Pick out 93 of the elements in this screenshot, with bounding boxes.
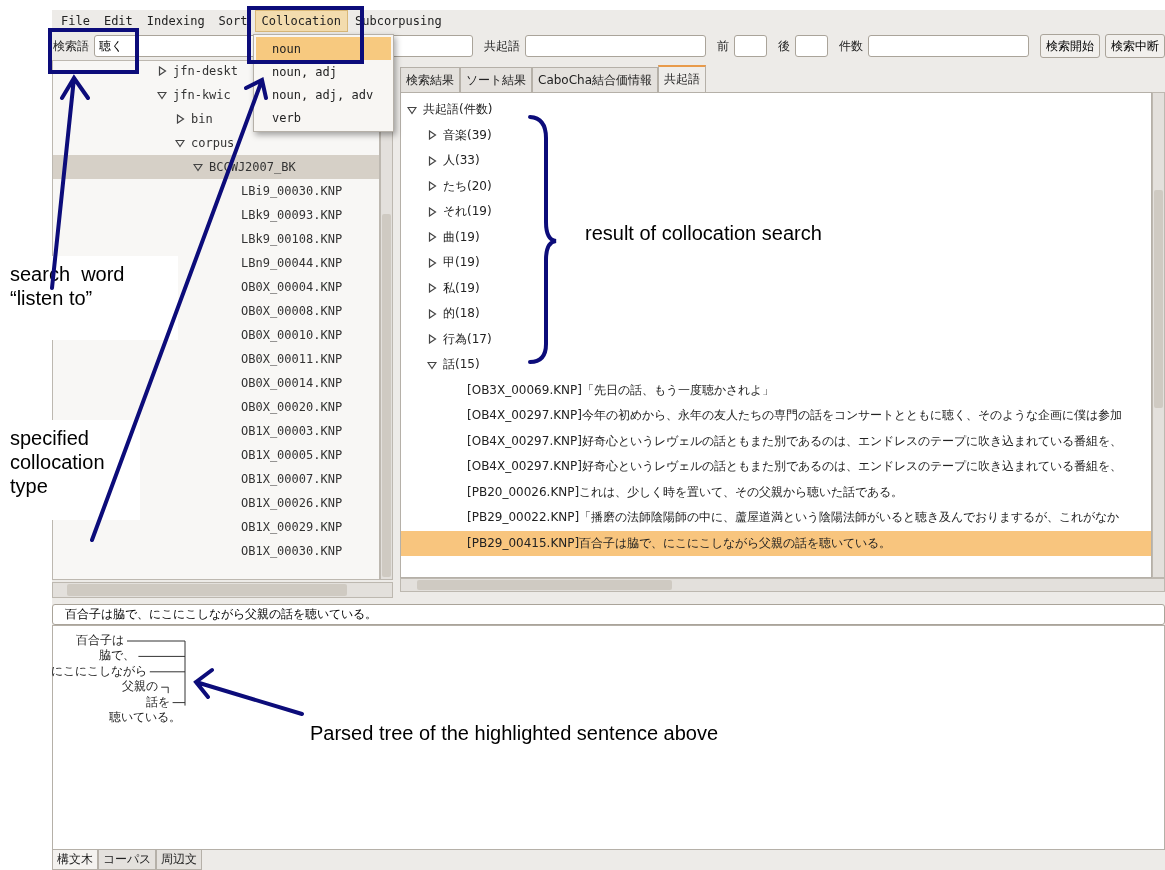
sentence-field[interactable]: 百合子は脇で、にこにこしながら父親の話を聴いている。	[52, 604, 1165, 625]
result-item[interactable]: 人(33)	[427, 152, 480, 170]
chunk-text: にこにこしながら	[50, 663, 147, 680]
tab[interactable]: 検索結果	[400, 67, 460, 92]
tree-item[interactable]: corpus	[175, 136, 235, 150]
tab[interactable]: 周辺文	[156, 850, 202, 870]
tree-item[interactable]: OB0X_00014.KNP	[241, 376, 343, 390]
chunk-text: 話を	[145, 694, 170, 710]
tab[interactable]: コーパス	[98, 850, 156, 870]
input-field[interactable]	[795, 35, 829, 57]
result-item[interactable]: 的(18)	[427, 305, 480, 323]
triangle-down-icon[interactable]	[427, 359, 437, 370]
annotation-text: Parsed tree of the highlighted sentence above	[310, 721, 720, 745]
tree-item[interactable]: jfn-kwic	[157, 88, 231, 102]
menu-option[interactable]: noun, adj, adv	[256, 83, 391, 106]
field-label: 件数	[839, 37, 864, 55]
chunk-text: 百合子は	[76, 633, 124, 649]
result-item[interactable]: 行為(17)	[427, 330, 492, 348]
scrollbar[interactable]	[400, 578, 1165, 592]
result-item[interactable]: それ(19)	[427, 203, 492, 221]
input-field[interactable]	[868, 35, 1029, 57]
chunk-text: 脇で、	[99, 648, 136, 664]
result-item[interactable]: 共起語(件数)	[407, 101, 493, 119]
tree-item[interactable]: LBk9_00108.KNP	[241, 232, 343, 246]
tree-item[interactable]: bin	[175, 112, 213, 126]
tab[interactable]: ソート結果	[460, 67, 532, 92]
tab[interactable]: CaboCha結合価情報	[532, 67, 659, 92]
field-label: 前	[717, 37, 730, 55]
menu-item[interactable]: Edit	[96, 10, 140, 32]
triangle-down-icon[interactable]	[157, 90, 167, 100]
search-button[interactable]: 検索開始	[1040, 34, 1100, 58]
result-item[interactable]: 話(15)	[427, 356, 480, 374]
tree-item[interactable]: LBi9_00030.KNP	[241, 184, 343, 198]
tree-item[interactable]: OB1X_00007.KNP	[241, 472, 343, 486]
tree-item[interactable]: LBk9_00093.KNP	[241, 208, 343, 222]
result-item[interactable]: たち(20)	[427, 177, 492, 195]
annotation-text: specified collocation type	[10, 426, 106, 498]
tree-item[interactable]: OB0X_00008.KNP	[241, 304, 343, 318]
result-item[interactable]: [OB4X_00297.KNP]今年の初めから、永年の友人たちの専門の話をコンサートとともに聴く、そのような企画に僕は参加	[467, 407, 1122, 425]
field-label: 共起語	[483, 37, 520, 55]
result-item[interactable]: [OB3X_00069.KNP]「先日の話、もう一度聴かされよ」	[467, 381, 774, 399]
tree-item[interactable]: OB1X_00003.KNP	[241, 424, 343, 438]
menu-item[interactable]: Indexing	[139, 10, 212, 32]
result-item[interactable]: 私(19)	[427, 279, 480, 297]
tree-item[interactable]: OB1X_00029.KNP	[241, 520, 343, 534]
triangle-right-icon[interactable]	[427, 130, 437, 141]
result-item[interactable]: [PB29_00022.KNP]「播磨の法師陰陽師の中に、蘆屋道満という陰陽法師がいると聴き及んでおりまするが、これがなか	[467, 509, 1120, 527]
triangle-right-icon[interactable]	[427, 283, 437, 294]
menu-option[interactable]: verb	[256, 106, 391, 129]
triangle-right-icon[interactable]	[427, 232, 437, 243]
chunk-text: 聴いている。	[109, 709, 181, 726]
field-label: 後	[778, 37, 791, 55]
triangle-right-icon[interactable]	[157, 66, 167, 76]
annotation-text: result of collocation search	[585, 221, 823, 245]
triangle-right-icon[interactable]	[427, 334, 437, 345]
scrollbar[interactable]	[1152, 92, 1165, 578]
tree-item[interactable]: OB0X_00010.KNP	[241, 328, 343, 342]
triangle-right-icon[interactable]	[427, 206, 437, 217]
result-item[interactable]: 甲(19)	[427, 254, 480, 272]
result-item[interactable]: [OB4X_00297.KNP]好奇心というレヴェルの話ともまた別であるのは、エンドレスのテープに吹き込まれている番組を、	[467, 458, 1122, 476]
triangle-right-icon[interactable]	[427, 308, 437, 319]
tree-item[interactable]: OB0X_00011.KNP	[241, 352, 343, 366]
menu-item[interactable]: Collocation	[254, 10, 348, 32]
triangle-right-icon[interactable]	[427, 181, 437, 192]
field-label: 検索語	[53, 37, 89, 55]
menu-option[interactable]: noun	[256, 37, 391, 60]
result-item[interactable]: 音楽(39)	[427, 126, 492, 144]
tree-item[interactable]: OB0X_00004.KNP	[241, 280, 343, 294]
result-item[interactable]: 曲(19)	[427, 228, 480, 246]
tab[interactable]: 共起語	[658, 65, 707, 92]
chunk-text: 父親の	[122, 679, 159, 695]
result-item[interactable]: [PB20_00026.KNP]これは、少しく時を置いて、その父親から聴いた話である。	[467, 483, 904, 501]
scrollbar[interactable]	[52, 582, 393, 598]
tree-item[interactable]: OB1X_00005.KNP	[241, 448, 343, 462]
input-field[interactable]	[524, 35, 707, 57]
tree-item[interactable]: OB1X_00030.KNP	[241, 544, 343, 558]
menu-item[interactable]: File	[54, 10, 97, 32]
triangle-right-icon[interactable]	[427, 155, 437, 166]
triangle-down-icon[interactable]	[193, 162, 203, 172]
result-item[interactable]: [OB4X_00297.KNP]好奇心というレヴェルの話ともまた別であるのは、エンドレスのテープに吹き込まれている番組を、	[467, 432, 1122, 450]
tab[interactable]: 構文木	[52, 850, 98, 870]
triangle-down-icon[interactable]	[407, 104, 417, 115]
menu-option[interactable]: noun, adj	[256, 60, 391, 83]
triangle-right-icon[interactable]	[175, 114, 185, 124]
tree-item[interactable]: OB0X_00020.KNP	[241, 400, 343, 414]
triangle-right-icon[interactable]	[427, 257, 437, 268]
triangle-down-icon[interactable]	[175, 138, 185, 148]
menu-item[interactable]: Sort	[211, 10, 255, 32]
search-button[interactable]: 検索中断	[1105, 34, 1165, 58]
tree-item[interactable]: jfn-deskt	[157, 64, 239, 78]
input-field[interactable]	[734, 35, 768, 57]
tree-item[interactable]: OB1X_00026.KNP	[241, 496, 343, 510]
tree-item[interactable]: LBn9_00044.KNP	[241, 256, 343, 270]
